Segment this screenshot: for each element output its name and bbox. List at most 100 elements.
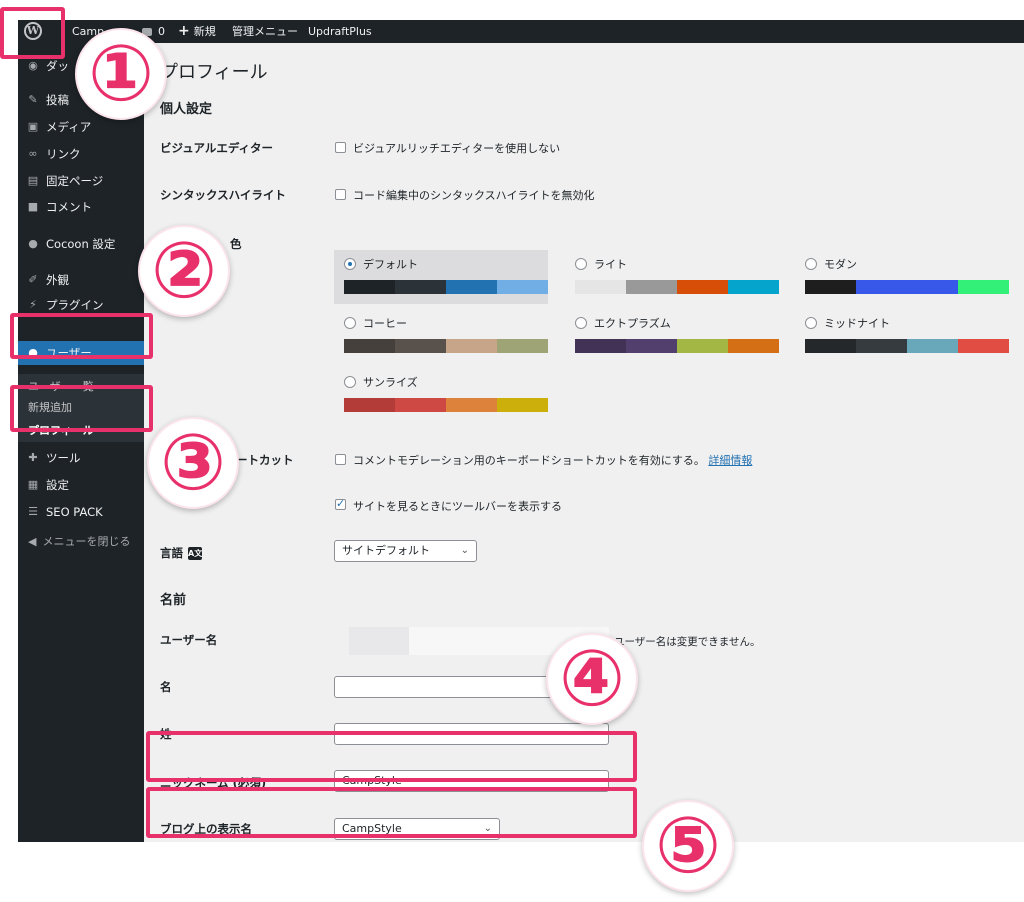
annotation-badge-3: ③ (147, 417, 239, 509)
updraftplus-link[interactable]: UpdraftPlus (308, 20, 372, 43)
keyboard-shortcuts-option: コメントモデレーション用のキーボードショートカットを有効にする。 詳細情報 (353, 454, 753, 467)
color-scheme-label: 色 (230, 237, 242, 251)
color-swatch (446, 339, 497, 353)
syntax-highlight-option: コード編集中のシンタックスハイライトを無効化 (353, 189, 595, 202)
username-help-text: ユーザー名は変更できません。 (614, 636, 761, 648)
chevron-down-icon: ⌄ (460, 545, 469, 556)
first-name-label: 名 (160, 680, 172, 694)
color-scheme-midnight[interactable]: ミッドナイト (795, 309, 1009, 363)
color-swatches (805, 339, 1009, 353)
admin-menu-link[interactable]: 管理メニュー (232, 20, 298, 43)
username-field-blurred (349, 627, 409, 655)
color-swatch (344, 280, 395, 294)
annotation-badge-2: ② (138, 225, 230, 317)
admin-bar: W Camp 0 + 新規 管理メニュー UpdraftPlus (18, 20, 1024, 43)
color-scheme-ectoplasm[interactable]: エクトプラズム (565, 309, 779, 363)
annotation-badge-5: ⑤ (642, 800, 734, 892)
radio-button[interactable] (344, 376, 356, 388)
username-label: ユーザー名 (160, 633, 218, 647)
settings-icon: ▦ (27, 478, 39, 491)
color-scheme-sunrise[interactable]: サンライズ (334, 368, 548, 422)
personal-settings-heading: 個人設定 (160, 102, 213, 117)
color-swatches (344, 398, 548, 412)
highlight-display-name-row (146, 787, 637, 838)
highlight-wp-logo (0, 7, 65, 59)
media-icon: ▣ (27, 120, 39, 133)
appearance-icon: ✐ (28, 273, 38, 286)
keyboard-shortcuts-label: ートカット (236, 453, 294, 467)
color-scheme-modern[interactable]: モダン (795, 250, 1009, 304)
cocoon-icon: ● (28, 237, 38, 250)
visual-editor-checkbox[interactable] (335, 142, 346, 153)
color-swatch (446, 398, 497, 412)
radio-button[interactable] (805, 258, 817, 270)
sidebar-item-settings[interactable]: ▦ 設定 (18, 474, 144, 496)
color-swatch (446, 280, 497, 294)
language-label: 言語 A文 (160, 546, 203, 560)
visual-editor-label: ビジュアルエディター (160, 141, 274, 155)
color-swatch (856, 339, 907, 353)
color-swatches (344, 280, 548, 294)
color-scheme-light[interactable]: ライト (565, 250, 779, 304)
sidebar-item-links[interactable]: ∞ リンク (18, 143, 144, 165)
color-swatch (805, 339, 856, 353)
sidebar-item-cocoon[interactable]: ● Cocoon 設定 (18, 233, 144, 255)
dashboard-icon: ◉ (28, 59, 38, 72)
color-swatches (805, 280, 1009, 294)
highlight-nickname-row (146, 731, 637, 782)
highlight-users-menu (10, 313, 153, 359)
color-swatch (677, 280, 728, 294)
color-swatch (728, 280, 779, 294)
sidebar-item-tools[interactable]: ✚ ツール (18, 447, 144, 469)
color-swatch (395, 280, 446, 294)
radio-button[interactable] (344, 317, 356, 329)
name-section-heading: 名前 (160, 593, 187, 608)
language-select[interactable]: サイトデフォルト ⌄ (334, 540, 477, 562)
highlight-profile-submenu (10, 385, 153, 432)
sidebar-item-appearance[interactable]: ✐ 外観 (18, 269, 144, 291)
color-swatch (575, 339, 626, 353)
color-swatch (626, 339, 677, 353)
annotation-badge-4: ④ (546, 633, 638, 725)
annotation-badge-1: ① (75, 28, 167, 120)
radio-button[interactable] (344, 258, 356, 270)
toolbar-option: サイトを見るときにツールバーを表示する (353, 500, 562, 513)
color-swatch (497, 398, 548, 412)
collapse-menu-button[interactable]: ◀ メニューを閉じる (28, 533, 130, 549)
color-swatch (497, 339, 548, 353)
color-scheme-coffee[interactable]: コーヒー (334, 309, 548, 363)
sidebar-item-seo-pack[interactable]: ☰ SEO PACK (18, 501, 144, 523)
link-icon: ∞ (28, 147, 38, 160)
syntax-highlight-label: シンタックスハイライト (160, 188, 286, 202)
visual-editor-option: ビジュアルリッチエディターを使用しない (353, 142, 561, 155)
syntax-highlight-checkbox[interactable] (335, 189, 346, 200)
color-swatch (907, 280, 958, 294)
color-scheme-default[interactable]: デフォルト (334, 250, 548, 304)
color-swatch (958, 339, 1009, 353)
color-swatch (805, 280, 856, 294)
color-swatch (395, 398, 446, 412)
color-swatch (575, 280, 626, 294)
pin-icon: ✎ (28, 93, 38, 106)
page-title: プロフィール (160, 62, 268, 83)
color-swatch (344, 398, 395, 412)
color-swatch (626, 280, 677, 294)
color-swatch (677, 339, 728, 353)
sidebar-item-pages[interactable]: ▤ 固定ページ (18, 170, 144, 192)
more-info-link[interactable]: 詳細情報 (708, 454, 752, 467)
toolbar-checkbox[interactable] (335, 497, 346, 510)
radio-button[interactable] (805, 317, 817, 329)
sidebar-item-comments[interactable]: ■ コメント (18, 196, 144, 218)
radio-button[interactable] (575, 317, 587, 329)
new-content-link[interactable]: + 新規 (178, 20, 216, 43)
collapse-arrow-icon: ◀ (28, 535, 37, 548)
admin-sidebar: ◉ ダッ ✎ 投稿 ▣ メディア ∞ リンク ▤ 固定ページ ■ コメント ● Cocoon … (18, 43, 144, 842)
radio-button[interactable] (575, 258, 587, 270)
plugin-icon: ⚡ (29, 298, 37, 311)
keyboard-shortcuts-checkbox[interactable] (335, 454, 346, 465)
color-swatch (497, 280, 548, 294)
color-swatches (575, 280, 779, 294)
color-swatch (728, 339, 779, 353)
seo-icon: ☰ (28, 505, 38, 518)
translation-icon: A文 (188, 547, 203, 560)
